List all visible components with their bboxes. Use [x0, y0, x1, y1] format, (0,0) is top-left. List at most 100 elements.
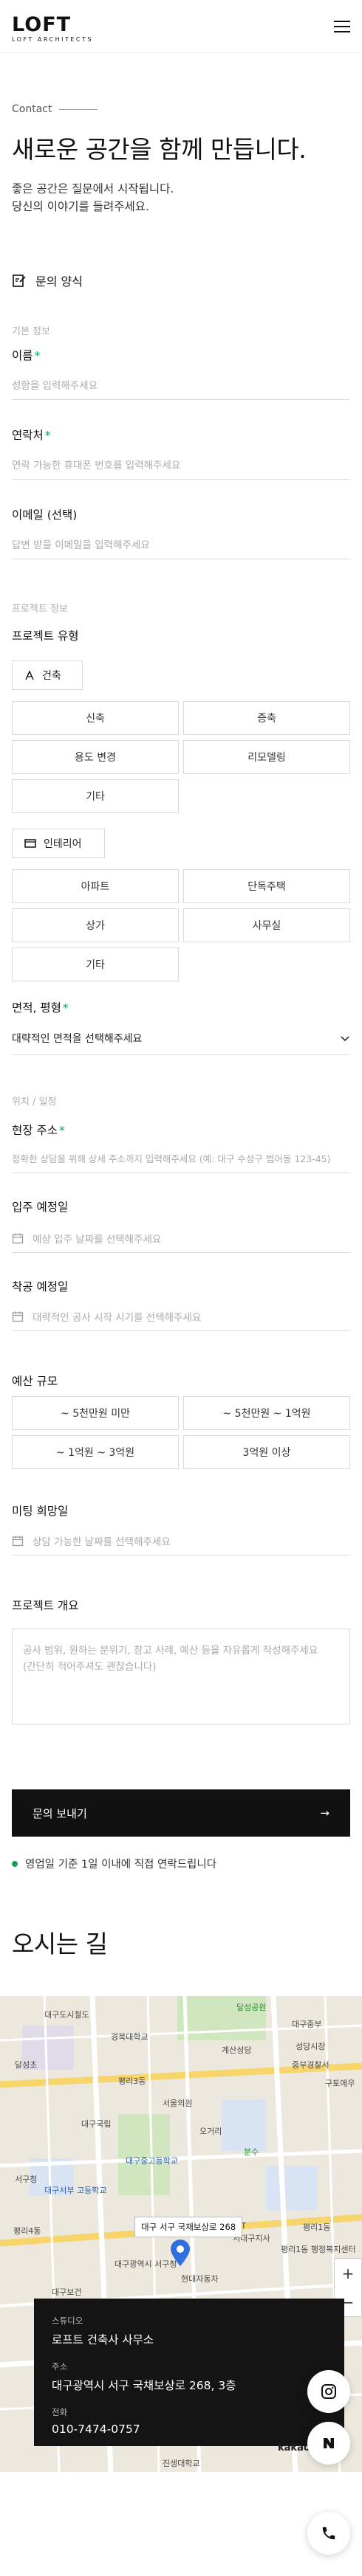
budget-option-4[interactable]: 3억원 이상: [183, 1435, 350, 1469]
map-label-0: 달성공원: [236, 2003, 267, 2012]
interior-option-office[interactable]: 사무실: [183, 908, 350, 942]
interior-option-apartment[interactable]: 아파트: [12, 869, 179, 903]
instagram-button[interactable]: [307, 2370, 350, 2413]
overview-textarea[interactable]: 공사 범위, 원하는 분위기, 참고 사례, 예산 등을 자유롭게 작성해주세요…: [12, 1629, 350, 1724]
name-label: 이름 *: [12, 349, 41, 362]
naver-icon: [324, 2438, 334, 2448]
map-label-22: 중부경찰서: [292, 2060, 329, 2070]
phone-key: 전화: [52, 2407, 68, 2417]
instagram-icon: [321, 2384, 336, 2399]
arch-option-extend[interactable]: 증축: [183, 701, 350, 735]
calendar-icon: [12, 1233, 24, 1243]
arch-sublabel-text: 건축: [42, 670, 61, 682]
map-label-3: 대구중부: [292, 2020, 322, 2029]
arch-option-new[interactable]: 신축: [12, 701, 179, 735]
map-label-13: 현대자동차: [181, 2274, 219, 2284]
arch-option-other[interactable]: 기타: [12, 779, 179, 813]
map-label-24: 평리1동 행정복지센터: [281, 2245, 356, 2254]
eyebrow-line: [59, 108, 98, 110]
overview-placeholder-2: (간단히 적어주셔도 괜찮습니다): [23, 1661, 157, 1673]
phone-value[interactable]: 010-7474-0757: [52, 2423, 327, 2436]
map-label-10: 분수: [244, 2147, 259, 2157]
phone-label: 연락처 *: [12, 429, 51, 442]
area-select[interactable]: 대략적인 면적을 선택해주세요: [12, 1021, 350, 1055]
directions-title: 오시는 길: [12, 1930, 108, 1958]
location-info-card: 스튜디오 로프트 건축사 사무소 주소 대구광역시 서구 국채보상로 268, …: [34, 2299, 344, 2446]
eyebrow-text: Contact: [12, 103, 52, 115]
email-input[interactable]: [12, 531, 350, 559]
basic-group-label: 기본 정보: [12, 326, 50, 337]
arch-option-conversion[interactable]: 용도 변경: [12, 740, 179, 774]
map-provider-logo: kakao: [278, 2442, 310, 2454]
submit-label: 문의 보내기: [33, 1806, 87, 1820]
email-label: 이메일 (선택): [12, 508, 78, 522]
map-pin-icon[interactable]: [169, 2239, 191, 2267]
meeting-date-input[interactable]: 상담 가능한 날짜를 선택해주세요: [12, 1526, 350, 1555]
map-label-7: 서울의원: [163, 2099, 193, 2108]
map-label-5: 달성초: [15, 2060, 38, 2070]
site-address-label: 현장 주소 *: [12, 1124, 65, 1137]
budget-label: 예산 규모: [12, 1375, 58, 1388]
interior-option-other[interactable]: 기타: [12, 947, 179, 981]
form-heading: 문의 양식: [12, 272, 83, 289]
form-icon: [13, 274, 26, 287]
phone-call-button[interactable]: [307, 2512, 350, 2555]
address-key: 주소: [52, 2361, 68, 2372]
zoom-in-icon[interactable]: +: [342, 2265, 355, 2282]
section-eyebrow: Contact: [12, 103, 98, 115]
map-label-25: 진생대학교: [163, 2459, 200, 2468]
submit-button[interactable]: 문의 보내기 →: [12, 1789, 350, 1837]
map-label-15: 평리1동: [303, 2223, 331, 2232]
budget-option-2[interactable]: ~ 5천만원 ~ 1억원: [183, 1396, 350, 1430]
map-label-17: 성당시장: [296, 2042, 326, 2051]
address-value: 대구광역시 서구 국채보상로 268, 3층: [52, 2379, 236, 2392]
overview-placeholder-1: 공사 범위, 원하는 분위기, 참고 사례, 예산 등을 자유롭게 작성해주세요: [23, 1645, 318, 1657]
building-icon: [25, 670, 34, 680]
arch-option-remodel[interactable]: 리모델링: [183, 740, 350, 774]
start-date-input[interactable]: 대략적인 공사 시작 시기를 선택해주세요: [12, 1302, 350, 1331]
start-label: 착공 예정일: [12, 1280, 69, 1294]
phone-input[interactable]: [12, 452, 350, 480]
budget-option-3[interactable]: ~ 1억원 ~ 3억원: [12, 1435, 179, 1469]
map-label-8: 대구국립: [81, 2119, 112, 2129]
meeting-placeholder: 상담 가능한 날짜를 선택해주세요: [33, 1536, 171, 1548]
map-label-14: 평리4동: [13, 2226, 41, 2236]
logo-mark: LOFT: [12, 13, 72, 36]
map-label-18: 대구중고등학교: [126, 2156, 178, 2166]
map-label-11: 서구청: [15, 2175, 38, 2184]
page-title: 새로운 공간을 함께 만듭니다.: [12, 135, 307, 164]
name-input[interactable]: [12, 372, 350, 400]
reply-note-text: 영업일 기준 1일 이내에 직접 연락드립니다: [25, 1859, 217, 1871]
site-header: LOFT LOFT ARCHITECTS: [0, 0, 362, 53]
map-label-9: 오거리: [199, 2127, 222, 2136]
logo[interactable]: LOFT LOFT ARCHITECTS: [12, 13, 93, 44]
map-label-12: 대구광역시 서구청: [115, 2259, 177, 2269]
map-address-callout: 대구 서구 국채보상로 268: [134, 2217, 243, 2237]
movein-date-input[interactable]: 예상 입주 날짜를 선택해주세요: [12, 1223, 350, 1253]
map-label-2: 경북대학교: [111, 2032, 148, 2042]
overview-label: 프로젝트 개요: [12, 1599, 79, 1612]
site-address-input[interactable]: [12, 1145, 350, 1173]
phone-icon: [322, 2527, 335, 2540]
map-label-23: 구토에우: [325, 2079, 355, 2088]
calendar-icon: [12, 1311, 24, 1322]
project-type-label: 프로젝트 유형: [12, 629, 79, 643]
map-label-1: 대구도시철도: [44, 2010, 89, 2020]
desc-line-2: 당신의 이야기를 들려주세요.: [12, 200, 149, 213]
area-label: 면적, 평형 *: [12, 1001, 69, 1015]
interior-sublabel-text: 인테리어: [44, 838, 82, 850]
menu-icon[interactable]: [334, 21, 350, 32]
calendar-icon: [12, 1536, 24, 1546]
interior-option-store[interactable]: 상가: [12, 908, 179, 942]
studio-key: 스튜디오: [52, 2316, 83, 2326]
interior-option-house[interactable]: 단독주택: [183, 869, 350, 903]
map-label-6: 평리3동: [118, 2076, 146, 2086]
movein-placeholder: 예상 입주 날짜를 선택해주세요: [33, 1233, 162, 1246]
budget-option-1[interactable]: ~ 5천만원 미만: [12, 1396, 179, 1430]
page-description: 좋은 공간은 질문에서 시작됩니다. 당신의 이야기를 들려주세요.: [12, 180, 174, 215]
area-select-value: 대략적인 면적을 선택해주세요: [12, 1032, 143, 1045]
chevron-down-icon: [341, 1035, 349, 1041]
start-placeholder: 대략적인 공사 시작 시기를 선택해주세요: [33, 1311, 202, 1324]
location-group-label: 위치 / 일정: [12, 1097, 57, 1108]
naver-button[interactable]: [307, 2422, 350, 2465]
